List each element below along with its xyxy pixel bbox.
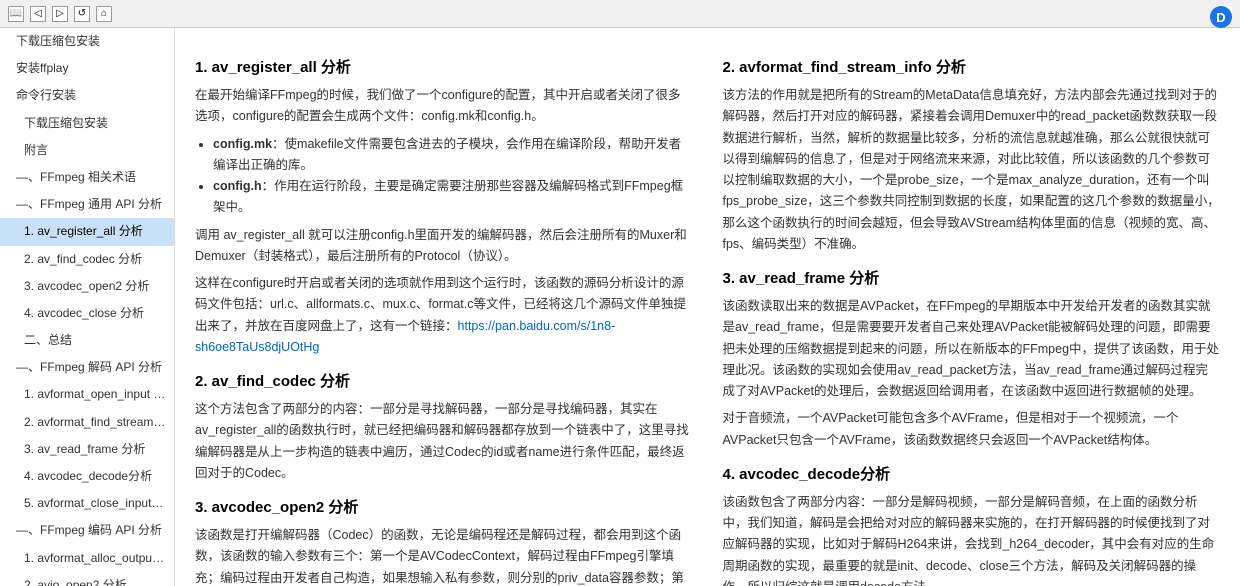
- avcodec-decode-p1: 该函数包含了两部分内容：一部分是解码视频，一部分是解码音频，在上面的函数分析中，…: [723, 492, 1221, 586]
- back-icon[interactable]: ◁: [30, 6, 46, 22]
- av-find-codec-p1: 这个方法包含了两部分的内容：一部分是寻找解码器，一部分是寻找编码器，其实在av_…: [195, 399, 693, 484]
- av-register-all-p1: 在最开始编译FFmpeg的时候，我们做了一个configure的配置，其中开启或…: [195, 85, 693, 128]
- sidebar-item-download-zip2[interactable]: 下载压缩包安装: [0, 110, 174, 137]
- heading-av-find-codec: 2. av_find_codec 分析: [195, 370, 693, 391]
- sidebar-item-avformat-alloc[interactable]: 1. avformat_alloc_output_context2 ...: [0, 545, 174, 572]
- sidebar-item-avformat-open-input[interactable]: 1. avformat_open_input 分析: [0, 381, 174, 408]
- heading-avcodec-open2: 3. avcodec_open2 分析: [195, 496, 693, 517]
- av-register-all-p2: 调用 av_register_all 就可以注册config.h里面开发的编解码…: [195, 225, 693, 268]
- sidebar-item-avcodec-open2[interactable]: 3. avcodec_open2 分析: [0, 273, 174, 300]
- main-layout: 下载压缩包安装 安装ffplay 命令行安装 下载压缩包安装 附言 —、FFmp…: [0, 28, 1240, 586]
- home-icon[interactable]: ⌂: [96, 6, 112, 22]
- bullet-config-h: config.h：作用在运行阶段，主要是确定需要注册那些容器及编解码格式到FFm…: [213, 176, 693, 219]
- sidebar-item-decode-api[interactable]: —、FFmpeg 解码 API 分析: [0, 354, 174, 381]
- sidebar-item-download-zip1[interactable]: 下载压缩包安装: [0, 28, 174, 55]
- sidebar-item-av-find-codec[interactable]: 2. av_find_codec 分析: [0, 246, 174, 273]
- sidebar-item-avcodec-decode[interactable]: 4. avcodec_decode分析: [0, 463, 174, 490]
- sidebar-item-av-register-all[interactable]: 1. av_register_all 分析: [0, 218, 174, 245]
- heading-avcodec-decode: 4. avcodec_decode分析: [723, 463, 1221, 484]
- sidebar-item-install-ffplay[interactable]: 安装ffplay: [0, 55, 174, 82]
- content-area: 1. av_register_all 分析 在最开始编译FFmpeg的时候，我们…: [175, 28, 1240, 586]
- top-right-d-button[interactable]: D: [1210, 6, 1232, 28]
- av-read-frame-p2: 对于音频流，一个AVPacket可能包含多个AVFrame，但是相对于一个视频流…: [723, 408, 1221, 451]
- heading-avformat-find-stream: 2. avformat_find_stream_info 分析: [723, 56, 1221, 77]
- sidebar: 下载压缩包安装 安装ffplay 命令行安装 下载压缩包安装 附言 —、FFmp…: [0, 28, 175, 586]
- baidu-link[interactable]: https://pan.baidu.com/s/1n8-sh6oe8TaUs8d…: [195, 319, 615, 354]
- refresh-icon[interactable]: ↺: [74, 6, 90, 22]
- sidebar-item-avio-open2[interactable]: 2. avio_open2 分析: [0, 572, 174, 586]
- forward-icon[interactable]: ▷: [52, 6, 68, 22]
- av-read-frame-p1: 该函数读取出来的数据是AVPacket，在FFmpeg的早期版本中开发给开发者的…: [723, 296, 1221, 402]
- content-left: 1. av_register_all 分析 在最开始编译FFmpeg的时候，我们…: [195, 44, 693, 586]
- sidebar-item-avcodec-close[interactable]: 4. avcodec_close 分析: [0, 300, 174, 327]
- heading-av-register-all: 1. av_register_all 分析: [195, 56, 693, 77]
- sidebar-item-ffmpeg-terms[interactable]: —、FFmpeg 相关术语: [0, 164, 174, 191]
- content-right: 2. avformat_find_stream_info 分析 该方法的作用就是…: [723, 44, 1221, 586]
- avformat-find-stream-p1: 该方法的作用就是把所有的Stream的MetaData信息填充好，方法内部会先通…: [723, 85, 1221, 255]
- av-register-all-bullets: config.mk：使makefile文件需要包含进去的子模块，会作用在编译阶段…: [195, 134, 693, 219]
- sidebar-item-encode-api[interactable]: —、FFmpeg 编码 API 分析: [0, 517, 174, 544]
- title-bar-icons: 📖 ◁ ▷ ↺ ⌂: [8, 6, 112, 22]
- sidebar-item-summary[interactable]: 二、总结: [0, 327, 174, 354]
- sidebar-item-avformat-close-input[interactable]: 5. avformat_close_input 分析: [0, 490, 174, 517]
- sidebar-item-avformat-find-stream[interactable]: 2. avformat_find_stream_info 分析: [0, 409, 174, 436]
- av-register-all-p3: 这样在configure时开启或者关闭的选项就作用到这个运行时，该函数的源码分析…: [195, 273, 693, 358]
- avcodec-open2-p1: 该函数是打开编解码器（Codec）的函数，无论是编码程还是解码过程，都会用到这个…: [195, 525, 693, 586]
- heading-av-read-frame: 3. av_read_frame 分析: [723, 267, 1221, 288]
- book-icon[interactable]: 📖: [8, 6, 24, 22]
- sidebar-item-ffmpeg-api[interactable]: —、FFmpeg 通用 API 分析: [0, 191, 174, 218]
- sidebar-item-av-read-frame[interactable]: 3. av_read_frame 分析: [0, 436, 174, 463]
- title-bar: 📖 ◁ ▷ ↺ ⌂ ×: [0, 0, 1240, 28]
- bullet-config-mk: config.mk：使makefile文件需要包含进去的子模块，会作用在编译阶段…: [213, 134, 693, 177]
- sidebar-item-postscript[interactable]: 附言: [0, 137, 174, 164]
- sidebar-item-cmd-install[interactable]: 命令行安装: [0, 82, 174, 109]
